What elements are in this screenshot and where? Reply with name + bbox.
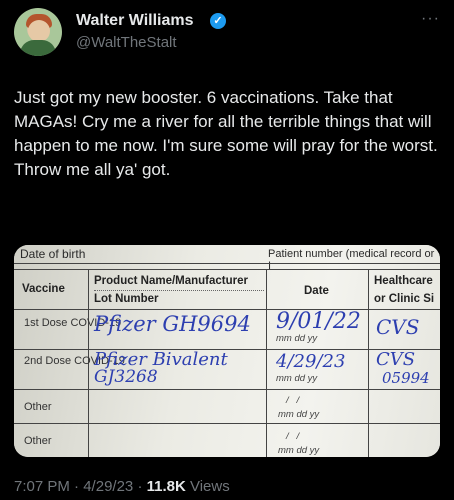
views-count[interactable]: 11.8K	[147, 478, 186, 495]
avatar-face	[28, 20, 50, 42]
date-guide: mm dd yy	[278, 445, 320, 456]
date-slashes: / /	[286, 395, 300, 406]
handwritten-date: 9/01/22	[276, 309, 361, 334]
card-divider	[14, 263, 440, 264]
avatar-shirt	[20, 40, 56, 56]
handwritten-site-number: 05994	[382, 369, 430, 387]
meta-separator: ·	[74, 478, 80, 495]
author-name[interactable]: Walter Williams	[76, 12, 194, 30]
tweet-media[interactable]: Date of birth Patient number (medical re…	[14, 245, 440, 457]
tweet-date[interactable]: 4/29/23	[83, 478, 133, 495]
meta-separator: ·	[137, 478, 143, 495]
avatar[interactable]	[14, 8, 62, 56]
vaccination-card: Date of birth Patient number (medical re…	[14, 245, 440, 457]
handwritten-site: CVS	[376, 349, 416, 370]
row-divider	[14, 423, 440, 424]
col-divider	[266, 269, 267, 457]
author-handle[interactable]: @WaltTheStalt	[76, 34, 177, 51]
date-guide: mm dd yy	[278, 409, 320, 420]
header-dotline	[94, 290, 264, 291]
verified-badge-icon: ✓	[210, 13, 226, 29]
col-healthcare: Healthcare	[374, 275, 433, 287]
date-guide: mm dd yy	[276, 373, 318, 384]
row-divider	[14, 389, 440, 390]
handwritten-lot: GJ3268	[94, 367, 158, 387]
tweet-time[interactable]: 7:07 PM	[14, 478, 70, 495]
handwritten-date: 4/29/23	[276, 351, 346, 372]
handwritten-site: CVS	[376, 315, 420, 339]
row-divider	[14, 269, 440, 270]
col-product: Product Name/Manufacturer	[94, 275, 249, 287]
col-clinic: or Clinic Si	[374, 293, 435, 305]
tweet-meta: 7:07 PM · 4/29/23 · 11.8K Views	[14, 478, 230, 495]
col-vaccine: Vaccine	[22, 283, 65, 295]
tweet-text: Just got my new booster. 6 vaccinations.…	[14, 88, 438, 179]
date-guide: mm dd yy	[276, 333, 318, 344]
tweet-header: Walter Williams ✓ @WaltTheStalt ···	[14, 6, 440, 56]
dob-label: Date of birth	[20, 247, 86, 261]
col-divider	[368, 269, 369, 457]
row-divider	[14, 309, 440, 310]
more-icon[interactable]: ···	[421, 10, 440, 28]
row-label: Other	[24, 435, 52, 447]
views-label: Views	[189, 478, 230, 495]
row-label: Other	[24, 401, 52, 413]
col-date: Date	[304, 285, 329, 297]
date-slashes: / /	[286, 431, 300, 442]
col-lot: Lot Number	[94, 293, 159, 305]
handwritten-product: Pfizer GH9694	[94, 312, 251, 336]
